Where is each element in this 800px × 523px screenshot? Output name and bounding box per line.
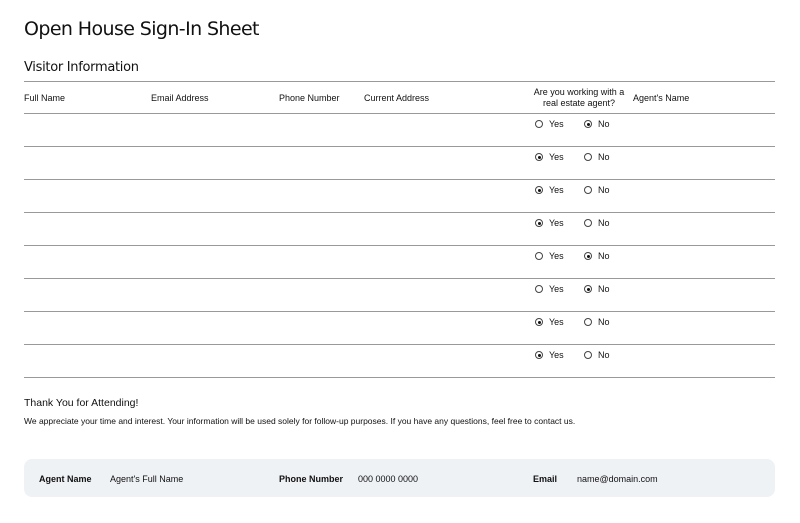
section-title: Visitor Information [24,60,139,75]
email-value: name@domain.com [577,474,658,484]
radio-label: Yes [549,185,564,195]
radio-yes[interactable]: Yes [535,317,584,327]
radio-label: No [598,284,610,294]
radio-label: No [598,119,610,129]
radio-icon [535,186,543,194]
radio-icon [584,153,592,161]
radio-icon [535,252,543,260]
radio-label: No [598,185,610,195]
radio-yes[interactable]: Yes [535,119,584,129]
radio-icon [535,318,543,326]
radio-icon [535,120,543,128]
agent-radio-group: Yes No [525,317,633,327]
column-header: Are you working with a real estate agent… [533,86,625,108]
radio-icon [584,219,592,227]
radio-yes[interactable]: Yes [535,350,584,360]
radio-label: No [598,152,610,162]
phone-value: 000 0000 0000 [358,474,419,484]
agent-name-label: Agent Name [39,474,92,484]
radio-yes[interactable]: Yes [535,218,584,228]
table-row: Yes No [24,179,775,212]
radio-icon [535,219,543,227]
agent-contact-bar: Agent Name Agent's Full Name Phone Numbe… [24,459,775,497]
radio-yes[interactable]: Yes [535,251,584,261]
radio-icon [535,351,543,359]
page-title: Open House Sign-In Sheet [24,18,259,40]
thanks-heading: Thank You for Attending! [24,397,139,409]
column-header: Current Address [364,92,430,103]
radio-label: No [598,218,610,228]
radio-icon [535,285,543,293]
radio-yes[interactable]: Yes [535,152,584,162]
email-label: Email [533,474,558,484]
table-row: Yes No [24,245,775,278]
radio-icon [584,285,592,293]
agent-radio-group: Yes No [525,119,633,129]
agent-radio-group: Yes No [525,350,633,360]
phone-label: Phone Number [279,474,344,484]
table-row: Yes No [24,344,775,378]
agent-radio-group: Yes No [525,251,633,261]
radio-label: No [598,350,610,360]
radio-no[interactable]: No [584,284,633,294]
radio-icon [584,186,592,194]
agent-radio-group: Yes No [525,152,633,162]
radio-no[interactable]: No [584,185,633,195]
radio-no[interactable]: No [584,152,633,162]
radio-no[interactable]: No [584,119,633,129]
radio-icon [584,351,592,359]
sign-in-table: Full Name Email Address Phone Number Cur… [24,81,775,378]
agent-radio-group: Yes No [525,218,633,228]
column-header: Agent's Name [633,92,690,103]
thanks-text: We appreciate your time and interest. Yo… [24,416,576,426]
agent-radio-group: Yes No [525,284,633,294]
table-row: Yes No [24,311,775,344]
radio-label: Yes [549,119,564,129]
column-header: Full Name [24,92,66,103]
table-row: Yes No [24,146,775,179]
radio-icon [584,120,592,128]
radio-label: Yes [549,251,564,261]
radio-label: Yes [549,284,564,294]
radio-icon [584,318,592,326]
radio-label: Yes [549,317,564,327]
radio-no[interactable]: No [584,317,633,327]
radio-label: Yes [549,218,564,228]
radio-yes[interactable]: Yes [535,284,584,294]
radio-no[interactable]: No [584,218,633,228]
table-row: Yes No [24,212,775,245]
agent-name-value: Agent's Full Name [110,474,184,484]
radio-no[interactable]: No [584,251,633,261]
radio-label: Yes [549,152,564,162]
radio-label: No [598,317,610,327]
table-row: Yes No [24,278,775,311]
table-header: Full Name Email Address Phone Number Cur… [24,81,775,113]
radio-icon [584,252,592,260]
radio-icon [535,153,543,161]
radio-label: No [598,251,610,261]
table-row: Yes No [24,113,775,146]
agent-radio-group: Yes No [525,185,633,195]
column-header: Phone Number [279,92,340,103]
radio-no[interactable]: No [584,350,633,360]
radio-yes[interactable]: Yes [535,185,584,195]
column-header: Email Address [151,92,209,103]
radio-label: Yes [549,350,564,360]
